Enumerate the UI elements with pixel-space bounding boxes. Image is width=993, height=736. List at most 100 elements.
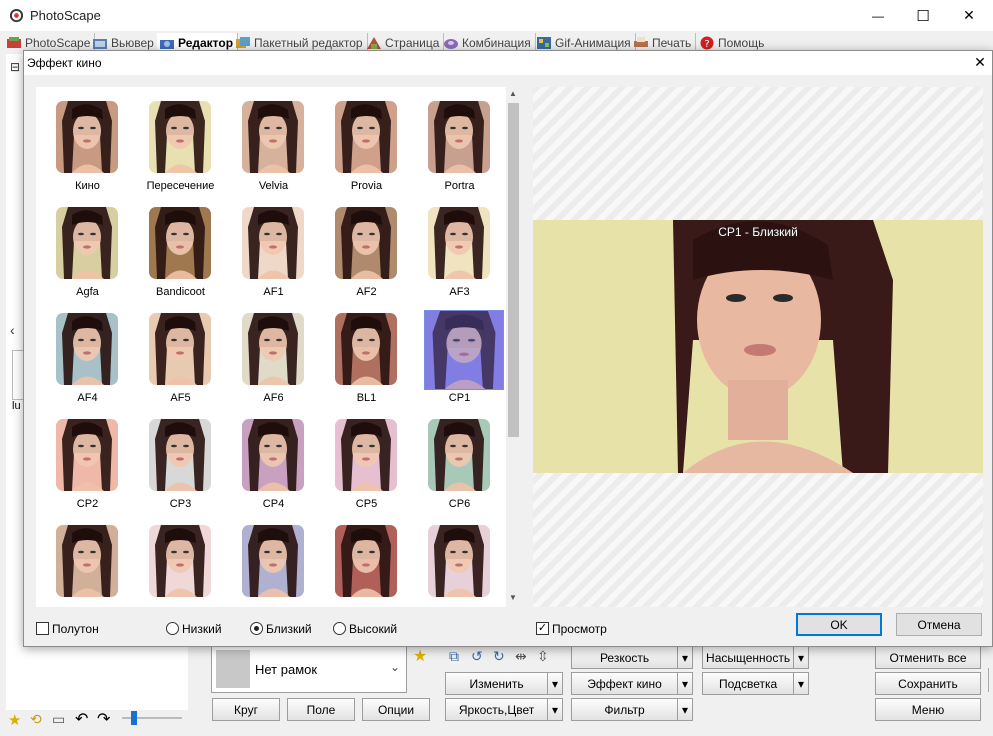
- frame-select[interactable]: Нет рамок ⌄: [211, 645, 407, 693]
- level-close-radio[interactable]: [250, 622, 263, 635]
- effect-label: AF2: [356, 286, 377, 298]
- ok-button[interactable]: OK: [796, 613, 882, 636]
- effect-item[interactable]: Velvia: [227, 87, 320, 193]
- level-high-radio[interactable]: [333, 622, 346, 635]
- backlight-menu-button[interactable]: Подсветка ▾: [702, 672, 809, 695]
- frame-select-value: Нет рамок: [255, 662, 318, 677]
- effect-item[interactable]: Agfa: [41, 193, 134, 299]
- tab-label: Помощь: [718, 36, 765, 50]
- print-icon: [634, 37, 648, 47]
- rotate-right-icon[interactable]: ↷: [97, 709, 110, 729]
- effect-item[interactable]: AF3: [413, 193, 506, 299]
- zoom-slider-handle[interactable]: [131, 711, 137, 725]
- effect-item[interactable]: CP1: [413, 299, 506, 405]
- effect-item[interactable]: Bandicoot: [134, 193, 227, 299]
- effect-item[interactable]: [41, 511, 134, 607]
- filter-menu-button[interactable]: Фильтр ▾: [571, 698, 693, 721]
- button-label: Насыщенность: [706, 650, 791, 665]
- batch-editor-icon: [236, 37, 250, 48]
- rotate-cw-icon[interactable]: ↻: [493, 648, 505, 665]
- effect-thumbnail: [335, 525, 397, 597]
- scroll-down-icon[interactable]: ▼: [509, 593, 517, 602]
- minimize-button[interactable]: —: [855, 0, 901, 31]
- effect-label: AF6: [263, 392, 284, 404]
- effect-item[interactable]: Portra: [413, 87, 506, 193]
- flip-horizontal-icon[interactable]: ⇹: [515, 648, 527, 665]
- effect-label: Velvia: [258, 180, 289, 192]
- effect-item[interactable]: Кино: [41, 87, 134, 193]
- batch-add-icon[interactable]: ⟲: [30, 711, 46, 727]
- save-button[interactable]: Сохранить: [875, 672, 981, 695]
- scroll-up-icon[interactable]: ▲: [509, 89, 517, 98]
- effect-item[interactable]: BL1: [320, 299, 413, 405]
- circle-button[interactable]: Круг: [212, 698, 280, 721]
- effect-thumbnail: [149, 313, 211, 385]
- effect-thumbnail: [424, 310, 504, 390]
- undo-all-button[interactable]: Отменить все: [875, 646, 981, 669]
- close-button[interactable]: ✕: [946, 0, 992, 31]
- effect-thumbnail: [56, 419, 118, 491]
- saturation-menu-button[interactable]: Насыщенность ▾: [702, 646, 809, 669]
- film-effect-menu-button[interactable]: Эффект кино ▾: [571, 672, 693, 695]
- effect-item[interactable]: AF5: [134, 299, 227, 405]
- favorite-frame-star-icon[interactable]: ★: [413, 646, 427, 666]
- options-button[interactable]: Опции: [362, 698, 430, 721]
- maximize-button[interactable]: ☐: [900, 0, 946, 31]
- effect-item[interactable]: AF4: [41, 299, 134, 405]
- effect-item[interactable]: CP4: [227, 405, 320, 511]
- effect-thumbnail: [149, 525, 211, 597]
- help-icon: ?: [700, 36, 714, 50]
- preview-checkbox-label: Просмотр: [552, 622, 607, 636]
- scroll-left-icon[interactable]: ‹: [10, 322, 15, 338]
- effect-item[interactable]: AF2: [320, 193, 413, 299]
- resize-menu-button[interactable]: Изменить ▾: [445, 672, 563, 695]
- halftone-label: Полутон: [52, 622, 99, 636]
- cancel-button[interactable]: Отмена: [896, 613, 982, 636]
- effect-item[interactable]: CP5: [320, 405, 413, 511]
- sharpen-menu-button[interactable]: Резкость ▾: [571, 646, 693, 669]
- effect-item[interactable]: AF6: [227, 299, 320, 405]
- button-label: Эффект кино: [587, 676, 662, 691]
- rotate-ccw-icon[interactable]: ↺: [471, 648, 483, 665]
- effect-item[interactable]: Provia: [320, 87, 413, 193]
- effect-label: CP4: [262, 498, 285, 510]
- effect-item[interactable]: [134, 511, 227, 607]
- dropdown-arrow-icon[interactable]: ▾: [793, 647, 808, 668]
- effect-label: CP2: [76, 498, 99, 510]
- effect-item[interactable]: [413, 511, 506, 607]
- effect-label: Portra: [444, 180, 475, 192]
- effect-grid-scrollbar[interactable]: ▲ ▼: [506, 87, 521, 607]
- dropdown-arrow-icon[interactable]: ▾: [793, 673, 808, 694]
- margin-button[interactable]: Поле: [287, 698, 355, 721]
- button-label: Яркость,Цвет: [458, 702, 535, 717]
- effect-item[interactable]: AF1: [227, 193, 320, 299]
- dialog-close-button[interactable]: ✕: [972, 54, 988, 70]
- flip-vertical-icon[interactable]: ⇳: [537, 648, 549, 665]
- scrollbar-thumb[interactable]: [508, 103, 519, 437]
- brightness-color-menu-button[interactable]: Яркость,Цвет ▾: [445, 698, 563, 721]
- folder-icon[interactable]: ▭: [52, 711, 68, 727]
- favorite-star-icon[interactable]: ★: [8, 711, 24, 729]
- effect-item[interactable]: CP6: [413, 405, 506, 511]
- effect-item[interactable]: CP3: [134, 405, 227, 511]
- collapse-icon[interactable]: ⊟: [10, 60, 20, 74]
- dropdown-arrow-icon[interactable]: ▾: [677, 699, 692, 720]
- effect-item[interactable]: Пересечение: [134, 87, 227, 193]
- effect-item[interactable]: CP2: [41, 405, 134, 511]
- level-low-radio[interactable]: [166, 622, 179, 635]
- menu-button[interactable]: Меню: [875, 698, 981, 721]
- tab-label: Пакетный редактор: [254, 36, 363, 50]
- tilt-icon[interactable]: ⧉: [449, 648, 459, 665]
- dropdown-arrow-icon[interactable]: ▾: [677, 673, 692, 694]
- preview-checkbox[interactable]: ✓: [536, 622, 549, 635]
- effect-thumbnail: [56, 101, 118, 173]
- effect-item[interactable]: [320, 511, 413, 607]
- dropdown-arrow-icon[interactable]: ▾: [677, 647, 692, 668]
- dropdown-arrow-icon[interactable]: ▾: [547, 699, 562, 720]
- dropdown-arrow-icon[interactable]: ▾: [547, 673, 562, 694]
- rotate-left-icon[interactable]: ↶: [75, 709, 88, 729]
- effect-thumbnail: [335, 313, 397, 385]
- editor-icon: [160, 40, 174, 49]
- effect-item[interactable]: [227, 511, 320, 607]
- halftone-checkbox[interactable]: [36, 622, 49, 635]
